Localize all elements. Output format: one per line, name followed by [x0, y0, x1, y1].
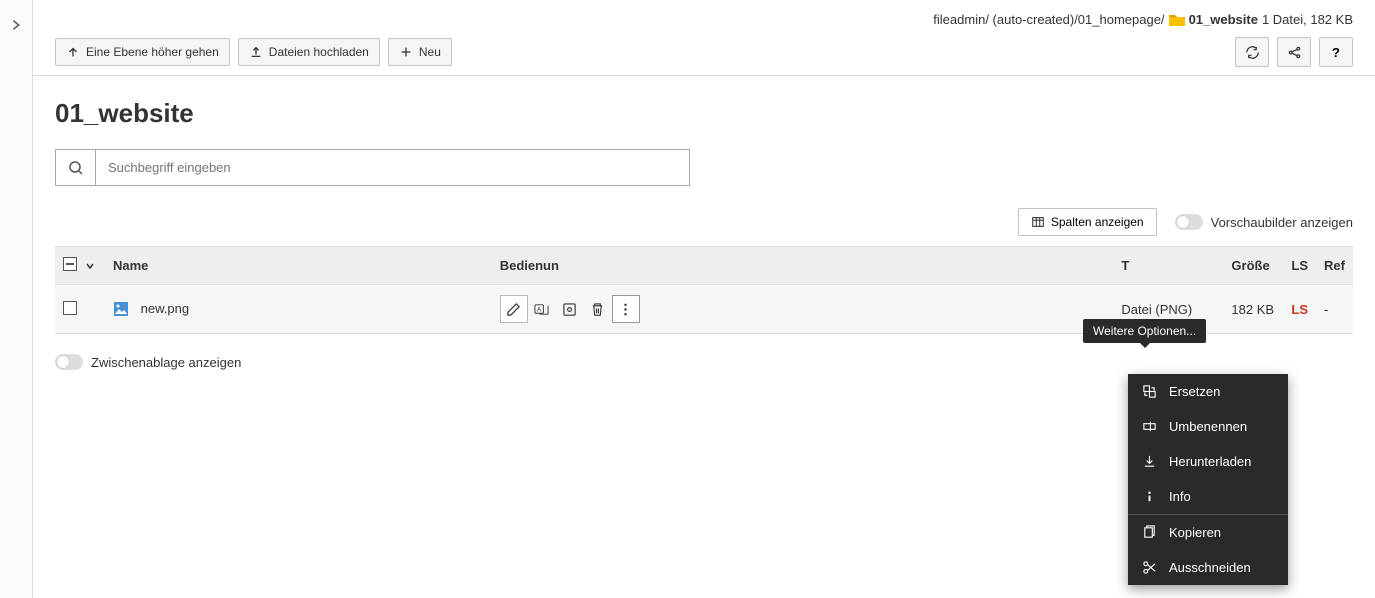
breadcrumb-stats: 1 Datei, 182 KB	[1262, 12, 1353, 27]
dropdown-replace[interactable]: Ersetzen	[1128, 374, 1288, 409]
sidebar-collapse-button[interactable]	[0, 0, 33, 598]
up-level-label: Eine Ebene höher gehen	[86, 45, 219, 59]
columns-button-label: Spalten anzeigen	[1051, 215, 1144, 229]
dropdown-copy-label: Kopieren	[1169, 525, 1221, 540]
download-icon	[1142, 454, 1157, 469]
file-ref: -	[1316, 285, 1353, 334]
dropdown-download[interactable]: Herunterladen	[1128, 444, 1288, 479]
delete-button[interactable]	[584, 295, 612, 323]
view-icon	[562, 302, 577, 317]
new-label: Neu	[419, 45, 441, 59]
translate-icon: A	[534, 302, 549, 317]
up-level-button[interactable]: Eine Ebene höher gehen	[55, 38, 230, 66]
chevron-down-icon[interactable]	[85, 259, 95, 269]
help-button[interactable]: ?	[1319, 37, 1353, 67]
dropdown-cut[interactable]: Ausschneiden	[1128, 550, 1288, 585]
thumbnails-toggle[interactable]	[1175, 214, 1203, 230]
search-wrap	[55, 149, 690, 186]
view-button[interactable]	[556, 295, 584, 323]
copy-icon	[1142, 525, 1157, 540]
tooltip: Weitere Optionen...	[1083, 319, 1206, 343]
upload-icon	[249, 45, 263, 59]
breadcrumb-path: fileadmin/ (auto-created)/01_homepage/	[933, 12, 1164, 27]
search-icon	[56, 150, 96, 185]
clipboard-toggle-label: Zwischenablage anzeigen	[91, 355, 241, 370]
columns-button[interactable]: Spalten anzeigen	[1018, 208, 1157, 236]
file-name[interactable]: new.png	[141, 301, 189, 316]
chevron-right-icon	[9, 18, 23, 32]
th-name[interactable]: Name	[105, 247, 492, 285]
upload-label: Dateien hochladen	[269, 45, 369, 59]
help-label: ?	[1332, 45, 1340, 60]
breadcrumb-current: 01_website	[1189, 12, 1258, 27]
rename-icon	[1142, 419, 1157, 434]
replace-icon	[1142, 384, 1157, 399]
arrow-up-icon	[66, 45, 80, 59]
thumbnails-toggle-label: Vorschaubilder anzeigen	[1211, 215, 1353, 230]
page-title: 01_website	[55, 98, 1353, 129]
th-control: Bedienun	[492, 247, 1114, 285]
upload-button[interactable]: Dateien hochladen	[238, 38, 380, 66]
select-all-checkbox[interactable]	[63, 257, 77, 271]
clipboard-toggle[interactable]	[55, 354, 83, 370]
row-checkbox[interactable]	[63, 301, 77, 315]
refresh-button[interactable]	[1235, 37, 1269, 67]
dots-vertical-icon	[618, 302, 633, 317]
share-icon	[1287, 45, 1302, 60]
search-input[interactable]	[96, 150, 689, 185]
file-size: 182 KB	[1223, 285, 1283, 334]
columns-icon	[1031, 215, 1045, 229]
more-options-button[interactable]	[612, 295, 640, 323]
info-icon	[1142, 489, 1157, 504]
th-ref: Ref	[1316, 247, 1353, 285]
dropdown-cut-label: Ausschneiden	[1169, 560, 1251, 575]
th-type: T	[1113, 247, 1223, 285]
dropdown-rename[interactable]: Umbenennen	[1128, 409, 1288, 444]
dropdown-rename-label: Umbenennen	[1169, 419, 1247, 434]
edit-button[interactable]	[500, 295, 528, 323]
th-ls: LS	[1283, 247, 1316, 285]
dropdown-download-label: Herunterladen	[1169, 454, 1251, 469]
cut-icon	[1142, 560, 1157, 575]
th-size[interactable]: Größe	[1223, 247, 1283, 285]
plus-icon	[399, 45, 413, 59]
dropdown-info[interactable]: Info	[1128, 479, 1288, 514]
refresh-icon	[1245, 45, 1260, 60]
pencil-icon	[506, 302, 521, 317]
new-button[interactable]: Neu	[388, 38, 452, 66]
file-ls: LS	[1283, 285, 1316, 334]
folder-icon	[1169, 14, 1185, 26]
dropdown-replace-label: Ersetzen	[1169, 384, 1220, 399]
svg-text:A: A	[537, 306, 542, 313]
image-file-icon	[113, 301, 129, 317]
dropdown-copy[interactable]: Kopieren	[1128, 515, 1288, 550]
more-options-dropdown: Ersetzen Umbenennen Herunterladen Info	[1128, 374, 1288, 585]
tooltip-text: Weitere Optionen...	[1093, 324, 1196, 338]
dropdown-info-label: Info	[1169, 489, 1191, 504]
trash-icon	[590, 302, 605, 317]
share-button[interactable]	[1277, 37, 1311, 67]
translate-button[interactable]: A	[528, 295, 556, 323]
breadcrumb: fileadmin/ (auto-created)/01_homepage/ 0…	[33, 0, 1375, 31]
